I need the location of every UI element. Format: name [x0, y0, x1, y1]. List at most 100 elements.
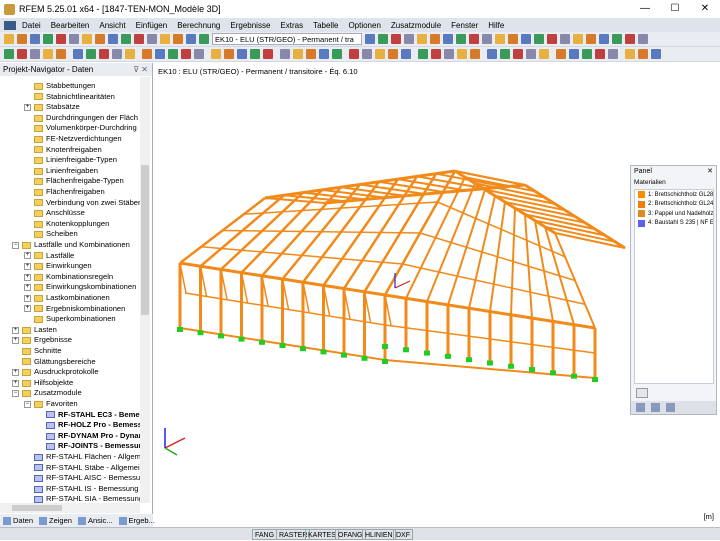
expand-toggle[interactable]: +	[24, 262, 31, 270]
tree-item[interactable]: Knotenfreigaben	[34, 145, 102, 156]
navigator-horizontal-scrollbar[interactable]	[0, 503, 140, 513]
tree-item[interactable]: − Favoriten	[24, 399, 78, 410]
tree-item[interactable]: + Lastfälle	[24, 251, 74, 262]
toolbar-button-icon[interactable]	[160, 34, 170, 44]
toolbar-button-icon[interactable]	[82, 34, 92, 44]
tree-item[interactable]: + Ausdruckprotokolle	[12, 367, 99, 378]
toolbar-button-icon[interactable]	[4, 34, 14, 44]
toolbar-button-icon[interactable]	[43, 49, 53, 59]
toolbar-button-icon[interactable]	[521, 34, 531, 44]
toolbar-button-icon[interactable]	[586, 34, 596, 44]
toolbar-button-icon[interactable]	[443, 34, 453, 44]
status-toggle-hlinien[interactable]: HLINIEN	[362, 529, 396, 540]
tree-item[interactable]: + Lastkombinationen	[24, 293, 110, 304]
toolbar-button-icon[interactable]	[237, 49, 247, 59]
toolbar-button-icon[interactable]	[365, 34, 375, 44]
loadcase-combo[interactable]: EK10 - ELU (STR/GEO) - Permanent / tra	[212, 33, 362, 45]
member[interactable]	[201, 246, 403, 265]
material-item[interactable]: 1: Brettschichtholz GL28	[635, 190, 713, 200]
toolbar-button-icon[interactable]	[378, 34, 388, 44]
toolbar-button-icon[interactable]	[306, 49, 316, 59]
toolbar-button-icon[interactable]	[469, 34, 479, 44]
tree-item[interactable]: + Ergebnisse	[12, 335, 72, 346]
member[interactable]	[164, 437, 186, 449]
toolbar-button-icon[interactable]	[388, 49, 398, 59]
expand-toggle[interactable]: +	[24, 252, 31, 260]
status-toggle-ofang[interactable]: OFANG	[335, 529, 366, 540]
tree-item[interactable]: Schnitte	[22, 346, 61, 357]
expand-toggle[interactable]: +	[24, 305, 31, 313]
expand-toggle[interactable]: +	[12, 368, 19, 376]
toolbar-button-icon[interactable]	[332, 49, 342, 59]
tree-item[interactable]: Flächenfreigaben	[34, 187, 105, 198]
toolbar-button-icon[interactable]	[263, 49, 273, 59]
toolbar-button-icon[interactable]	[134, 34, 144, 44]
tree-item[interactable]: Anschlüsse	[34, 208, 85, 219]
expand-toggle[interactable]: −	[12, 241, 19, 249]
status-toggle-kartes[interactable]: KARTES	[305, 529, 339, 540]
toolbar-button-icon[interactable]	[595, 49, 605, 59]
tree-item[interactable]: Verbindung von zwei Stäben	[34, 198, 140, 209]
toolbar-button-icon[interactable]	[534, 34, 544, 44]
toolbar-button-icon[interactable]	[280, 49, 290, 59]
material-item[interactable]: 3: Pappel und Nadelholz	[635, 209, 713, 219]
toolbar-button-icon[interactable]	[362, 49, 372, 59]
toolbar-button-icon[interactable]	[30, 49, 40, 59]
panel-options-button[interactable]	[636, 388, 648, 398]
expand-toggle[interactable]: +	[24, 273, 31, 281]
toolbar-button-icon[interactable]	[599, 34, 609, 44]
tree-item[interactable]: − Zusatzmodule	[12, 388, 82, 399]
menu-fenster[interactable]: Fenster	[451, 21, 478, 30]
tree-item[interactable]: + Ergebniskombinationen	[24, 304, 125, 315]
filter-icon[interactable]	[651, 403, 660, 412]
tree-item[interactable]: RF-STAHL IS - Bemessung n	[34, 484, 140, 495]
status-toggle-dxf[interactable]: DXF	[393, 529, 413, 540]
member[interactable]	[394, 280, 411, 289]
member[interactable]	[184, 292, 386, 326]
toolbar-button-icon[interactable]	[56, 34, 66, 44]
toolbar-button-icon[interactable]	[375, 49, 385, 59]
toolbar-button-icon[interactable]	[513, 49, 523, 59]
toolbar-button-icon[interactable]	[582, 49, 592, 59]
menu-bearbeiten[interactable]: Bearbeiten	[51, 21, 90, 30]
toolbar-button-icon[interactable]	[573, 34, 583, 44]
toolbar-button-icon[interactable]	[444, 49, 454, 59]
navigator-tab-3[interactable]: Ergeb...	[118, 516, 155, 525]
toolbar-button-icon[interactable]	[30, 34, 40, 44]
toolbar-button-icon[interactable]	[142, 49, 152, 59]
materials-icon[interactable]	[666, 403, 675, 412]
toolbar-button-icon[interactable]	[73, 49, 83, 59]
tree-item[interactable]: + Einwirkungskombinationen	[24, 282, 136, 293]
toolbar-button-icon[interactable]	[17, 34, 27, 44]
toolbar-button-icon[interactable]	[556, 49, 566, 59]
tree-item[interactable]: RF-STAHL Stäbe - Allgemein	[34, 463, 140, 474]
expand-toggle[interactable]: −	[12, 390, 19, 398]
menu-zusatzmodule[interactable]: Zusatzmodule	[391, 21, 441, 30]
expand-toggle[interactable]: −	[24, 400, 31, 408]
menu-tabelle[interactable]: Tabelle	[313, 21, 338, 30]
toolbar-button-icon[interactable]	[95, 34, 105, 44]
tree-item[interactable]: Linienfreigaben	[34, 166, 98, 177]
minimize-button[interactable]: —	[630, 0, 660, 18]
menu-ergebnisse[interactable]: Ergebnisse	[230, 21, 270, 30]
toolbar-button-icon[interactable]	[349, 49, 359, 59]
toolbar-button-icon[interactable]	[319, 49, 329, 59]
toolbar-button-icon[interactable]	[612, 34, 622, 44]
tree-item[interactable]: Glättungsbereiche	[22, 357, 96, 368]
toolbar-button-icon[interactable]	[4, 49, 14, 59]
tree-item[interactable]: RF-STAHL AISC - Bemessung	[34, 473, 140, 484]
tree-item[interactable]: Volumenkörper-Durchdring	[34, 123, 137, 134]
toolbar-button-icon[interactable]	[186, 34, 196, 44]
tree-item[interactable]: Scheiben	[34, 229, 78, 240]
expand-toggle[interactable]: +	[24, 103, 31, 111]
panel-close-button[interactable]: ✕	[707, 166, 713, 178]
menu-einfügen[interactable]: Einfügen	[136, 21, 168, 30]
tree-item[interactable]: FE-Netzverdichtungen	[34, 134, 122, 145]
menu-optionen[interactable]: Optionen	[348, 21, 380, 30]
toolbar-button-icon[interactable]	[147, 34, 157, 44]
toolbar-button-icon[interactable]	[181, 49, 191, 59]
toolbar-button-icon[interactable]	[112, 49, 122, 59]
tree-item[interactable]: Stabbettungen	[34, 81, 95, 92]
tree-item[interactable]: − Lastfälle und Kombinationen	[12, 240, 130, 251]
menu-berechnung[interactable]: Berechnung	[177, 21, 220, 30]
